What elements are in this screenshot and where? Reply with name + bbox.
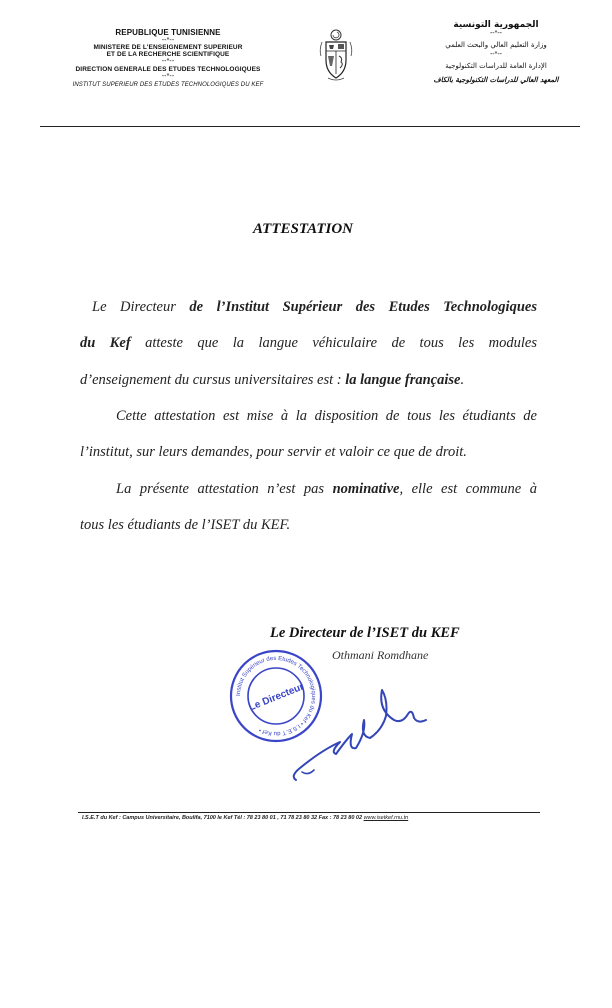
tunisia-coat-of-arms-icon	[316, 26, 356, 82]
body-text: Le Directeur	[92, 299, 190, 315]
footer-website-link[interactable]: www.isetkef.rnu.tn	[364, 815, 409, 821]
body-bold-text: la langue française	[345, 372, 461, 388]
header-separator: --*--	[161, 58, 175, 65]
header-separator: --*--	[161, 73, 175, 80]
header-ar-institute: المعهد العالي للدراسات التكنولوجية بالكا…	[433, 76, 559, 84]
body-text: .	[460, 372, 465, 388]
signatory-title: Le Directeur de l’ISET du KEF	[270, 625, 460, 641]
body-line: Le Directeur de l’Institut Supérieur des…	[92, 300, 537, 315]
body-line: du Kef atteste que la langue véhiculaire…	[80, 336, 537, 351]
body-line: La présente attestation n’est pas nomina…	[116, 482, 537, 497]
footer: I.S.E.T du Kef : Campus Universitaire, B…	[82, 815, 552, 821]
signatory-name: Othmani Romdhane	[332, 648, 429, 662]
footer-divider	[78, 812, 540, 813]
header-divider	[40, 126, 580, 127]
header-separator: --*--	[489, 30, 503, 37]
header-fr: REPUBLIQUE TUNISIENNE --*-- MINISTERE DE…	[58, 28, 278, 88]
header-ministry-line1: MINISTERE DE L'ENSEIGNEMENT SUPERIEUR	[93, 44, 243, 51]
body-text: d’enseignement du cursus universitaires …	[80, 372, 346, 388]
header-separator: --*--	[161, 37, 175, 44]
header-republic: REPUBLIQUE TUNISIENNE	[115, 28, 221, 37]
body-text: atteste que la langue véhiculaire de tou…	[130, 335, 538, 351]
header-direction: DIRECTION GENERALE DES ETUDES TECHNOLOGI…	[75, 66, 261, 73]
header-institute: INSTITUT SUPERIEUR DES ETUDES TECHNOLOGI…	[72, 82, 264, 88]
body-text: Cette attestation est mise à la disposit…	[116, 408, 537, 424]
body-text: l’institut, sur leurs demandes, pour ser…	[80, 444, 467, 460]
footer-address: I.S.E.T du Kef : Campus Universitaire, B…	[82, 815, 233, 821]
header-ar-republic: الجمهورية التونسية	[453, 20, 539, 30]
header-ministry-line2: ET DE LA RECHERCHE SCIENTIFIQUE	[106, 51, 230, 58]
handwritten-signature	[286, 680, 446, 790]
body-bold-text: de l’Institut Supérieur des Etudes Techn…	[189, 299, 537, 315]
footer-phone: Tél : 78 23 80 01 , 71 78 23 80 32 Fax :…	[233, 815, 363, 821]
body-bold-text: du Kef	[80, 335, 131, 351]
header-separator: --*--	[489, 51, 503, 58]
header-ar-ministry: وزارة التعليم العالي والبحث العلمي	[445, 41, 547, 49]
body-line: l’institut, sur leurs demandes, pour ser…	[80, 445, 467, 460]
body-bold-text: nominative	[332, 481, 400, 497]
body-line: tous les étudiants de l’ISET du KEF.	[80, 518, 290, 533]
body-text: tous les étudiants de l’ISET du KEF.	[80, 517, 291, 533]
body-line: Cette attestation est mise à la disposit…	[116, 409, 537, 424]
document-title: ATTESTATION	[252, 221, 354, 237]
body-text: , elle est commune à	[399, 481, 537, 497]
body-line: d’enseignement du cursus universitaires …	[80, 373, 464, 388]
body-text: La présente attestation n’est pas	[116, 481, 333, 497]
header-ar: الجمهورية التونسية --*-- وزارة التعليم ا…	[416, 20, 576, 84]
header-ar-direction: الإدارة العامة للدراسات التكنولوجية	[445, 62, 547, 70]
